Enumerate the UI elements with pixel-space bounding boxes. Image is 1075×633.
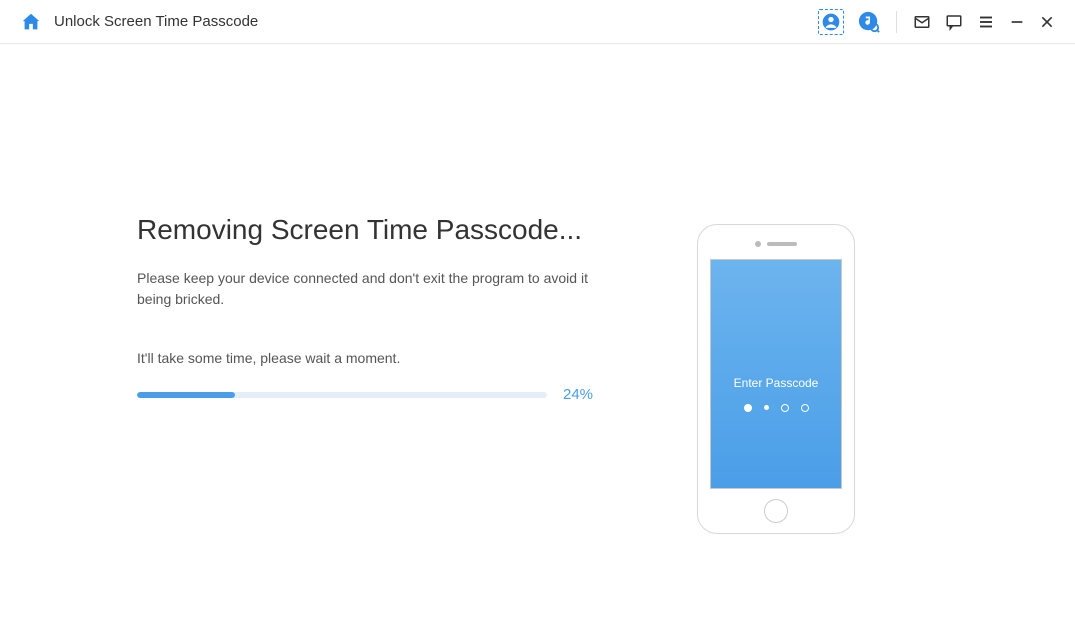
main-heading: Removing Screen Time Passcode... — [137, 214, 617, 246]
phone-body: Enter Passcode — [697, 224, 855, 534]
passcode-dot-empty — [781, 404, 789, 412]
phone-screen: Enter Passcode — [710, 259, 842, 490]
passcode-dot-filled — [744, 404, 752, 412]
header-right — [818, 9, 1055, 35]
phone-screen-text: Enter Passcode — [734, 376, 819, 390]
phone-speaker-icon — [767, 242, 797, 246]
phone-home-button-icon — [764, 499, 788, 523]
mail-icon[interactable] — [913, 13, 931, 31]
menu-icon[interactable] — [977, 13, 995, 31]
wait-text: It'll take some time, please wait a mome… — [137, 350, 617, 366]
divider — [896, 11, 897, 33]
home-icon[interactable] — [20, 11, 42, 33]
minimize-icon[interactable] — [1009, 14, 1025, 30]
header-left: Unlock Screen Time Passcode — [20, 11, 258, 33]
progress-bar — [137, 392, 547, 398]
progress-fill — [137, 392, 235, 398]
progress-percent: 24% — [563, 386, 593, 403]
left-column: Removing Screen Time Passcode... Please … — [137, 214, 617, 534]
content-area: Removing Screen Time Passcode... Please … — [0, 44, 1075, 534]
page-title: Unlock Screen Time Passcode — [54, 13, 258, 30]
passcode-dot-empty — [801, 404, 809, 412]
passcode-dot-small — [764, 405, 769, 410]
header-bar: Unlock Screen Time Passcode — [0, 0, 1075, 44]
close-icon[interactable] — [1039, 14, 1055, 30]
phone-illustration: Enter Passcode — [697, 214, 855, 534]
passcode-dots — [744, 404, 809, 412]
warning-text: Please keep your device connected and do… — [137, 268, 597, 310]
phone-camera-icon — [755, 241, 761, 247]
account-icon[interactable] — [818, 9, 844, 35]
feedback-icon[interactable] — [945, 13, 963, 31]
phone-top — [708, 235, 844, 253]
music-search-icon[interactable] — [858, 11, 880, 33]
progress-row: 24% — [137, 386, 617, 403]
